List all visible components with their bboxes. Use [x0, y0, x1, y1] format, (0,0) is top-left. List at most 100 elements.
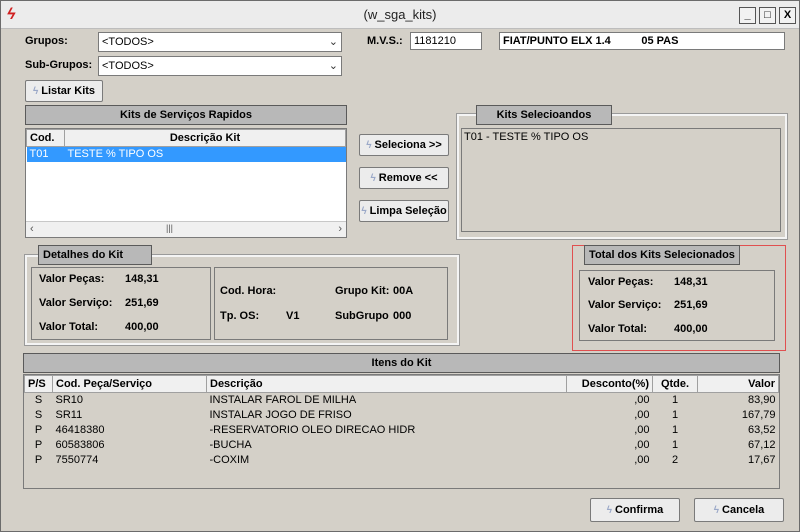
cancela-button[interactable]: ϟ Cancela — [694, 498, 784, 522]
col-desconto-header[interactable]: Desconto(%) — [566, 375, 653, 393]
list-item[interactable]: T01 - TESTE % TIPO OS — [464, 131, 588, 143]
col-desc-header[interactable]: Descrição Kit — [64, 129, 346, 147]
cell-valor: 17,67 — [747, 454, 776, 466]
remove-button[interactable]: ϟ Remove << — [359, 167, 449, 189]
table-row[interactable]: T01 TESTE % TIPO OS — [26, 146, 346, 162]
horizontal-scrollbar[interactable]: ‹ ||| › — [26, 221, 346, 237]
bolt-icon: ϟ — [713, 505, 720, 516]
cell-valor: 67,12 — [747, 439, 776, 451]
grupos-label: Grupos: — [25, 35, 68, 47]
kits-selecionados-header: Kits Selecioandos — [476, 105, 612, 125]
totais-header: Total dos Kits Selecionados — [584, 245, 740, 265]
detalhes-info-box — [214, 267, 448, 340]
col-ps-header[interactable]: P/S — [24, 375, 53, 393]
cell-desc: INSTALAR FAROL DE MILHA — [209, 394, 357, 407]
col-cod-header[interactable]: Cod. — [26, 129, 65, 147]
maximize-button[interactable]: □ — [759, 7, 776, 24]
table-row[interactable]: P 46418380 -RESERVATORIO OLEO DIRECAO HI… — [25, 423, 779, 438]
main-window: ϟ (w_sga_kits) _ □ X Grupos: <TODOS> ⌄ S… — [0, 0, 800, 532]
totais-valor-pecas: 148,31 — [674, 276, 708, 288]
cell-desc: -RESERVATORIO OLEO DIRECAO HIDR — [209, 424, 416, 436]
cell-qtde: 2 — [671, 454, 679, 466]
cell-ps: P — [34, 439, 43, 451]
grupos-value: <TODOS> — [102, 36, 154, 48]
window-title: (w_sga_kits) — [363, 7, 437, 22]
bolt-icon: ϟ — [370, 173, 376, 184]
limpa-selecao-button[interactable]: ϟ Limpa Seleção — [359, 200, 449, 222]
listar-kits-button[interactable]: ϟ Listar Kits — [25, 80, 103, 102]
cell-valor: 167,79 — [741, 409, 776, 421]
cell-desconto: ,00 — [634, 424, 650, 436]
col-cod-peca-header[interactable]: Cod. Peça/Serviço — [52, 375, 207, 393]
bolt-icon: ϟ — [366, 140, 372, 151]
cell-qtde: 1 — [671, 409, 679, 421]
subgrupos-select[interactable]: <TODOS> ⌄ — [98, 56, 342, 76]
subgrupo-value: 000 — [393, 310, 412, 322]
detalhes-valor-total: 400,00 — [125, 321, 159, 333]
close-button[interactable]: X — [779, 7, 796, 24]
detalhes-valor-servico-label: Valor Serviço: — [39, 297, 113, 309]
scroll-right-icon[interactable]: › — [338, 223, 342, 235]
cell-ps: P — [34, 424, 43, 436]
mvs-field[interactable]: 1181210 — [410, 32, 482, 50]
cell-qtde: 1 — [671, 394, 679, 407]
grupos-select[interactable]: <TODOS> ⌄ — [98, 32, 342, 52]
title-bar[interactable]: ϟ (w_sga_kits) _ □ X — [1, 1, 799, 29]
cell-ps: P — [34, 454, 43, 466]
tp-os-label: Tp. OS: — [220, 310, 260, 322]
totais-valor-servico-label: Valor Serviço: — [588, 299, 662, 311]
col-valor-header[interactable]: Valor — [697, 375, 779, 393]
seleciona-button[interactable]: ϟ Seleciona >> — [359, 134, 449, 156]
detalhes-valor-total-label: Valor Total: — [39, 321, 99, 333]
kits-rapidos-table: Cod. Descrição Kit T01 TESTE % TIPO OS — [26, 129, 346, 162]
minimize-button[interactable]: _ — [739, 7, 756, 24]
kits-selecionados-list[interactable]: T01 - TESTE % TIPO OS — [461, 128, 781, 232]
grupo-kit-label: Grupo Kit: — [335, 285, 390, 297]
table-row[interactable]: P 7550774 -COXIM ,00 2 17,67 — [25, 453, 779, 468]
bolt-icon: ϟ — [32, 86, 39, 97]
cell-desc: -BUCHA — [209, 439, 252, 451]
kits-rapidos-list[interactable]: Cod. Descrição Kit T01 TESTE % TIPO OS ‹… — [25, 128, 347, 238]
totais-valor-total-label: Valor Total: — [588, 323, 648, 335]
cell-qtde: 1 — [671, 439, 679, 451]
detalhes-header: Detalhes do Kit — [38, 245, 152, 265]
tp-os-value: V1 — [286, 310, 300, 322]
bolt-icon: ϟ — [361, 206, 367, 217]
cell-desc: INSTALAR JOGO DE FRISO — [209, 409, 352, 421]
totais-valor-total: 400,00 — [674, 323, 708, 335]
cell-cod: 60583806 — [55, 439, 105, 451]
cell-ps: S — [34, 394, 43, 407]
kits-rapidos-header: Kits de Serviços Rapidos — [25, 105, 347, 125]
subgrupos-label: Sub-Grupos: — [25, 59, 93, 71]
itens-table: P/S Cod. Peça/Serviço Descrição Desconto… — [24, 375, 779, 468]
cell-desconto: ,00 — [634, 409, 650, 421]
scroll-left-icon[interactable]: ‹ — [30, 223, 34, 235]
row-desc: TESTE % TIPO OS — [67, 148, 164, 161]
row-cod: T01 — [29, 148, 49, 161]
totais-valor-pecas-label: Valor Peças: — [588, 276, 654, 288]
col-qtde-header[interactable]: Qtde. — [652, 375, 698, 393]
table-row[interactable]: P 60583806 -BUCHA ,00 1 67,12 — [25, 438, 779, 453]
table-row[interactable]: S SR10 INSTALAR FAROL DE MILHA ,00 1 83,… — [25, 393, 779, 408]
confirma-button[interactable]: ϟ Confirma — [590, 498, 680, 522]
cell-ps: S — [34, 409, 43, 421]
cell-qtde: 1 — [671, 424, 679, 436]
cell-cod: SR10 — [55, 394, 84, 407]
detalhes-valor-pecas-label: Valor Peças: — [39, 273, 105, 285]
table-row[interactable]: S SR11 INSTALAR JOGO DE FRISO ,00 1 167,… — [25, 408, 779, 423]
cell-desconto: ,00 — [634, 439, 650, 451]
grupo-kit-value: 00A — [393, 285, 414, 297]
cell-cod: 46418380 — [55, 424, 105, 436]
cell-desc: -COXIM — [209, 454, 250, 466]
cell-cod: 7550774 — [55, 454, 99, 466]
cell-desconto: ,00 — [634, 394, 650, 407]
totais-valor-servico: 251,69 — [674, 299, 708, 311]
cell-valor: 63,52 — [747, 424, 776, 436]
cell-cod: SR11 — [55, 409, 83, 421]
cell-desconto: ,00 — [634, 454, 650, 466]
col-descricao-header[interactable]: Descrição — [206, 375, 567, 393]
detalhes-valor-servico: 251,69 — [125, 297, 159, 309]
vehicle-field: FIAT/PUNTO ELX 1.4 05 PAS — [499, 32, 785, 50]
itens-grid[interactable]: P/S Cod. Peça/Serviço Descrição Desconto… — [23, 374, 780, 489]
scroll-thumb[interactable]: ||| — [166, 223, 173, 233]
